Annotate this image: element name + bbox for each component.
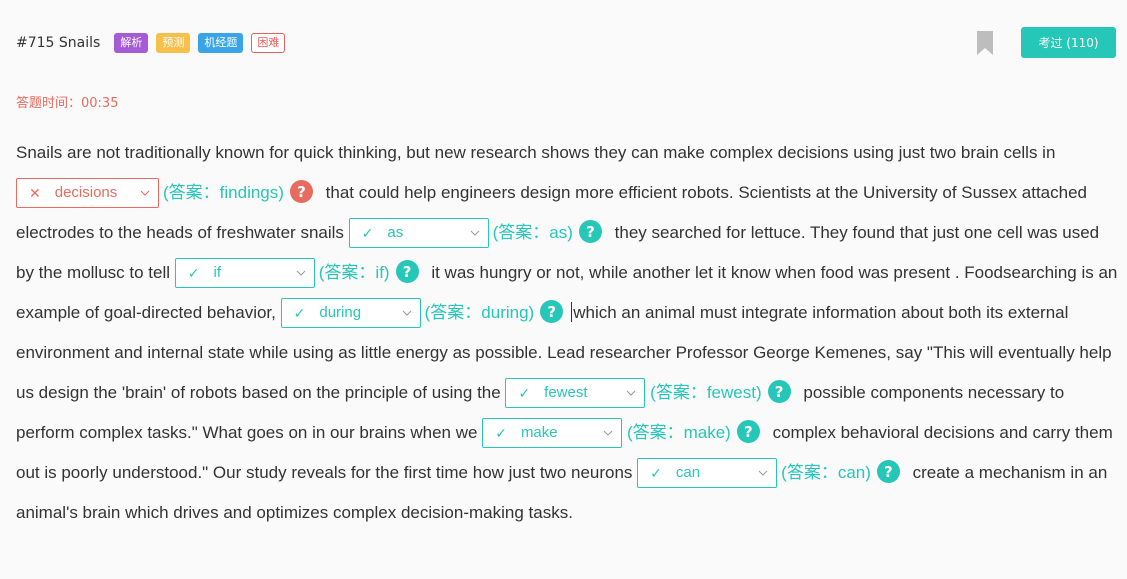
check-icon: ✓ bbox=[518, 384, 531, 401]
cross-icon: ✕ bbox=[29, 184, 41, 201]
blank-dropdown-7[interactable]: ✓ can bbox=[637, 457, 778, 488]
question-circle-icon[interactable]: ? bbox=[578, 220, 602, 244]
blank-dropdown-5[interactable]: ✓ fewest bbox=[505, 377, 646, 408]
text-cursor bbox=[571, 301, 573, 322]
passage: Snails are not traditionally known for q… bbox=[16, 133, 1121, 533]
tag-exam-question[interactable]: 机经题 bbox=[198, 33, 244, 53]
blank-value: fewest bbox=[544, 383, 588, 401]
bookmark-icon[interactable] bbox=[977, 31, 993, 55]
blank-dropdown-3[interactable]: ✓ if bbox=[174, 257, 315, 288]
passage-text: Snails are not traditionally known for q… bbox=[16, 143, 1056, 162]
blank-value: decisions bbox=[54, 183, 118, 201]
answer-timer: 答题时间：00:35 bbox=[16, 96, 119, 111]
chevron-down-icon bbox=[470, 230, 479, 236]
blank-value: make bbox=[520, 423, 558, 441]
check-icon: ✓ bbox=[187, 264, 200, 281]
chevron-down-icon bbox=[296, 270, 306, 276]
correct-answer: (答案：findings) bbox=[163, 183, 284, 202]
question-circle-icon[interactable]: ? bbox=[736, 420, 760, 444]
chevron-down-icon bbox=[402, 310, 411, 316]
blank-value: if bbox=[213, 263, 221, 281]
blank-dropdown-2[interactable]: ✓ as bbox=[348, 217, 489, 248]
correct-answer: (答案：fewest) bbox=[650, 383, 762, 402]
question-circle-icon[interactable]: ? bbox=[540, 300, 564, 324]
question-circle-icon[interactable]: ? bbox=[767, 380, 791, 404]
correct-answer: (答案：make) bbox=[626, 423, 731, 442]
tag-difficulty: 困难 bbox=[251, 33, 286, 53]
check-icon: ✓ bbox=[495, 424, 507, 441]
blank-value: can bbox=[675, 463, 701, 481]
correct-answer: (答案：during) bbox=[424, 303, 535, 322]
question-circle-icon[interactable]: ? bbox=[289, 180, 313, 204]
correct-answer: (答案：if) bbox=[318, 263, 390, 282]
tag-prediction[interactable]: 预测 bbox=[156, 33, 191, 53]
check-icon: ✓ bbox=[361, 224, 374, 241]
check-icon: ✓ bbox=[293, 304, 306, 321]
question-title: #715 Snails bbox=[16, 35, 101, 51]
correct-answer: (答案：as) bbox=[492, 223, 573, 242]
question-header: #715 Snails 解析 预测 机经题 困难 bbox=[16, 32, 293, 54]
passed-count-button[interactable]: 考过 (110) bbox=[1021, 27, 1116, 58]
question-circle-icon[interactable]: ? bbox=[876, 460, 900, 484]
tag-analysis[interactable]: 解析 bbox=[114, 33, 149, 53]
question-circle-icon[interactable]: ? bbox=[395, 260, 419, 284]
chevron-down-icon bbox=[758, 470, 768, 476]
chevron-down-icon bbox=[603, 430, 613, 436]
blank-dropdown-1[interactable]: ✕ decisions bbox=[16, 177, 159, 208]
blank-value: during bbox=[319, 303, 362, 321]
blank-dropdown-6[interactable]: ✓ make bbox=[482, 417, 623, 448]
check-icon: ✓ bbox=[650, 464, 662, 481]
correct-answer: (答案：can) bbox=[781, 463, 871, 482]
chevron-down-icon bbox=[140, 190, 150, 196]
blank-value: as bbox=[387, 223, 404, 241]
blank-dropdown-4[interactable]: ✓ during bbox=[280, 297, 421, 328]
chevron-down-icon bbox=[627, 390, 636, 396]
